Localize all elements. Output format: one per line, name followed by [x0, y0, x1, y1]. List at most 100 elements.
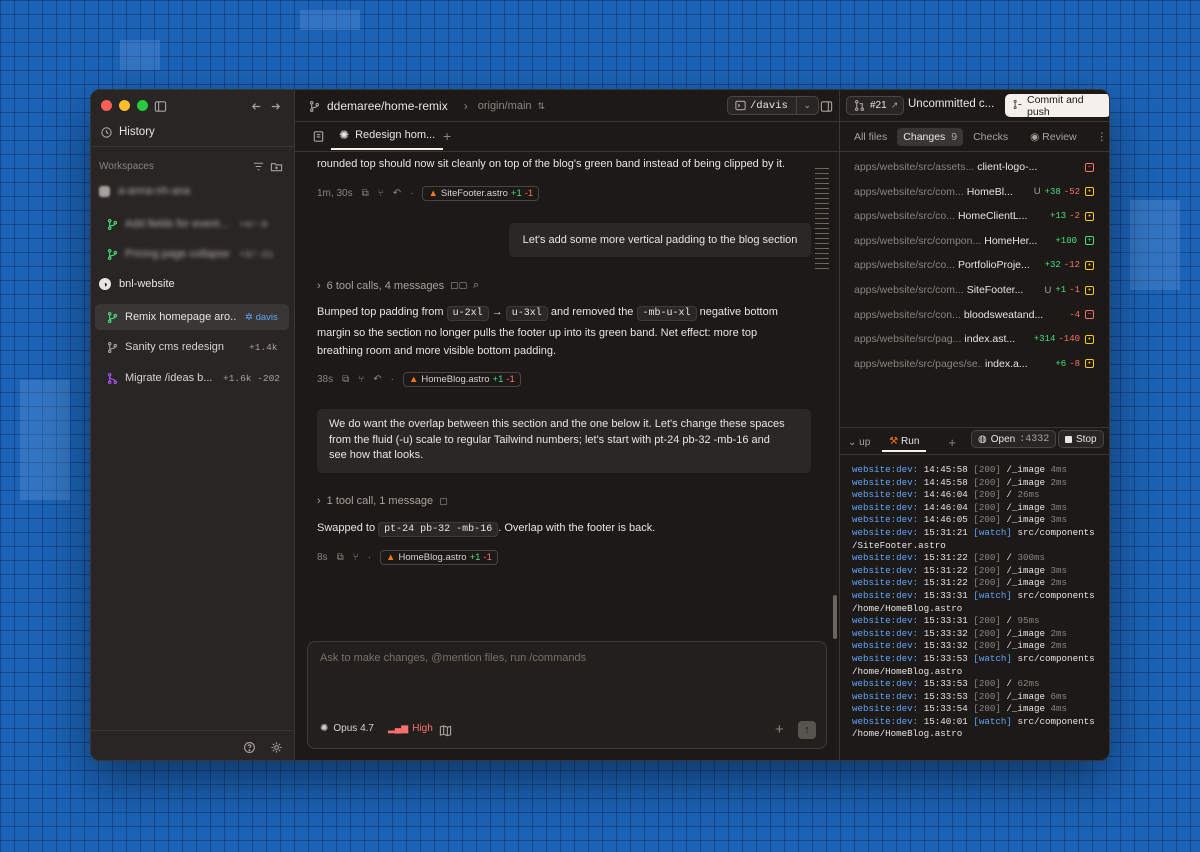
divider — [295, 151, 839, 152]
fork-icon[interactable]: ⑂ — [358, 374, 364, 385]
model-selector[interactable]: ✺ Opus 4.7 — [320, 723, 374, 734]
copy-icon[interactable]: ⧉ — [362, 188, 369, 199]
tool-calls-summary[interactable]: › 1 tool call, 1 message ▢ — [317, 495, 448, 507]
commit-and-push-button[interactable]: Commit and push — [1005, 93, 1109, 118]
tab-up[interactable]: ⌄ up — [848, 437, 870, 448]
lines-added: +314 — [1033, 334, 1056, 345]
file-icon: ▢ — [439, 495, 448, 506]
astro-file-icon: ▲ — [428, 188, 438, 199]
workspace-group-header[interactable]: a-anna-nh-ana — [99, 185, 190, 197]
tab-run[interactable]: ⚒ Run — [882, 433, 927, 452]
history-link[interactable]: History — [99, 125, 155, 139]
terminal-output: website:dev: 14:45:58 [200] /_image 4ms w… — [852, 464, 1104, 741]
changes-panel: #21 ↗ Uncommitted c... Commit and push A… — [839, 90, 1109, 760]
workspace-item-label: Pricing page collapse — [125, 248, 229, 260]
workspace-item[interactable]: Pricing page collapse +3/-21 — [95, 241, 289, 267]
sidebar-toggle-icon[interactable] — [153, 99, 167, 113]
effort-level: High — [412, 723, 433, 734]
changed-file-row[interactable]: apps/website/src/pag... index.ast... +314-… — [854, 330, 1094, 348]
chevron-updown-icon[interactable]: ⇅ — [538, 101, 546, 112]
changed-file-pill[interactable]: ▲ HomeBlog.astro +1 -1 — [380, 550, 498, 565]
tab-changes[interactable]: Changes 9 — [897, 128, 964, 146]
workspace-item-label: Remix homepage aro... — [125, 311, 237, 323]
user-icon: ✲ — [245, 311, 256, 323]
effort-selector[interactable]: ▂▄▆ High — [388, 723, 433, 734]
add-tab-icon[interactable]: + — [443, 128, 451, 144]
file-path: apps/website/src/com... — [854, 185, 964, 198]
changed-file-pill[interactable]: ▲ SiteFooter.astro +1 -1 — [422, 186, 540, 201]
tab-review[interactable]: ◉ Review — [1024, 131, 1083, 143]
terminal-line: website:dev: 15:33:32 [200] /_image 2ms — [852, 627, 1068, 639]
send-arrow-icon[interactable]: ↑ — [798, 721, 816, 739]
add-terminal-icon[interactable]: + — [948, 435, 956, 450]
lines-removed: -8 — [1069, 358, 1080, 369]
help-icon[interactable] — [242, 740, 256, 754]
filter-icon[interactable] — [251, 159, 265, 173]
terminal-line: /SiteFooter.astro — [852, 539, 946, 551]
workspace-group-header[interactable]: ◑ bnl-website — [99, 278, 175, 290]
conversation-minimap[interactable] — [815, 168, 829, 272]
change-type-icon: + — [1085, 236, 1094, 246]
minimize-window-button[interactable] — [119, 100, 130, 111]
scrollbar-thumb[interactable] — [833, 595, 837, 639]
split-panel-icon[interactable] — [819, 99, 833, 113]
repo-avatar — [99, 185, 110, 197]
notes-icon[interactable] — [311, 129, 325, 143]
copy-icon[interactable]: ⧉ — [337, 552, 344, 563]
undo-icon[interactable]: ↶ — [393, 188, 401, 199]
assignee-name: davis — [255, 311, 278, 323]
back-arrow-icon[interactable] — [249, 99, 263, 113]
changed-file-row[interactable]: apps/website/src/con... bloodsweatand... -… — [854, 306, 1094, 324]
workspace-item-active[interactable]: Remix homepage aro... ✲ davis — [95, 304, 289, 330]
changed-file-row[interactable]: apps/website/src/co... PortfolioProje... +… — [854, 256, 1094, 274]
new-folder-icon[interactable] — [269, 159, 283, 173]
changed-file-pill[interactable]: ▲ HomeBlog.astro +1 -1 — [403, 372, 521, 387]
sparkle-icon: ✺ — [320, 723, 329, 734]
tab-checks[interactable]: Checks — [967, 131, 1014, 143]
background-pattern — [300, 10, 360, 30]
model-name: Opus 4.7 — [333, 723, 374, 734]
file-name: client-logo-... — [977, 161, 1038, 173]
file-path: apps/website/src/co... — [854, 259, 955, 272]
close-window-button[interactable] — [101, 100, 112, 111]
divider — [840, 121, 1109, 122]
forward-arrow-icon[interactable] — [268, 99, 282, 113]
terminal-line: /home/HomeBlog.astro — [852, 665, 963, 677]
tab-all-files[interactable]: All files — [848, 131, 893, 143]
changed-file-row[interactable]: apps/website/src/com... SiteFooter... U +1-… — [854, 281, 1094, 299]
workspace-item[interactable]: Add fields for event... +4/-8 — [95, 211, 289, 237]
workspace-item[interactable]: Sanity cms redesign +1.4k — [95, 334, 289, 360]
chevron-down-icon[interactable]: ⌄ — [795, 97, 818, 114]
changed-file-row[interactable]: apps/website/src/com... HomeBl... U +38 -52 • — [854, 183, 1094, 201]
map-icon[interactable] — [438, 723, 452, 737]
fork-icon[interactable]: ⑂ — [378, 188, 384, 199]
pull-request-link[interactable]: #21 ↗ — [846, 96, 905, 115]
file-name: index.ast... — [964, 333, 1016, 346]
divider — [840, 151, 1109, 152]
sidebar: History Workspaces a-anna-nh-ana Add fie… — [91, 90, 295, 760]
undo-icon[interactable]: ↶ — [373, 374, 381, 385]
stop-button[interactable]: Stop — [1058, 430, 1104, 448]
changed-file-row[interactable]: apps/website/src/compon... HomeHer... +100… — [854, 232, 1094, 250]
open-port-button[interactable]: ◍ Open:4332 — [971, 430, 1057, 448]
maximize-window-button[interactable] — [137, 100, 148, 111]
terminal-line: website:dev: 15:40:01 [watch] src/compon… — [852, 715, 1095, 727]
tool-calls-summary[interactable]: › 6 tool calls, 4 messages ▢▢ ⌕ — [317, 279, 479, 292]
changed-file-row[interactable]: apps/website/src/pages/se... index.a... +6… — [854, 355, 1094, 373]
workspace-path-selector[interactable]: /davis ⌄ — [727, 96, 819, 115]
changed-file-row[interactable]: apps/website/src/co... HomeClientL... +13-… — [854, 207, 1094, 225]
file-path: apps/website/src/pages/se... — [854, 357, 982, 370]
workspace-item[interactable]: Migrate /ideas b... +1.6k -202 — [95, 365, 289, 391]
changed-file-row[interactable]: apps/website/src/assets... client-logo-..… — [854, 158, 1094, 176]
add-attachment-icon[interactable]: + — [775, 721, 784, 738]
commit-button-label: Commit and push — [1027, 93, 1084, 118]
target-branch[interactable]: origin/main — [478, 100, 532, 112]
tab-label: Redesign hom... — [355, 129, 436, 141]
composer-input[interactable]: Ask to make changes, @mention files, run… — [320, 652, 586, 664]
branch-name[interactable]: ddemaree/home-remix — [327, 99, 448, 113]
settings-gear-icon[interactable] — [269, 740, 283, 754]
copy-icon[interactable]: ⧉ — [342, 374, 349, 385]
more-options-icon[interactable]: ⋮ — [1097, 131, 1108, 143]
tab-active[interactable]: ✺ Redesign hom... — [331, 122, 444, 150]
fork-icon[interactable]: ⑂ — [353, 552, 359, 563]
